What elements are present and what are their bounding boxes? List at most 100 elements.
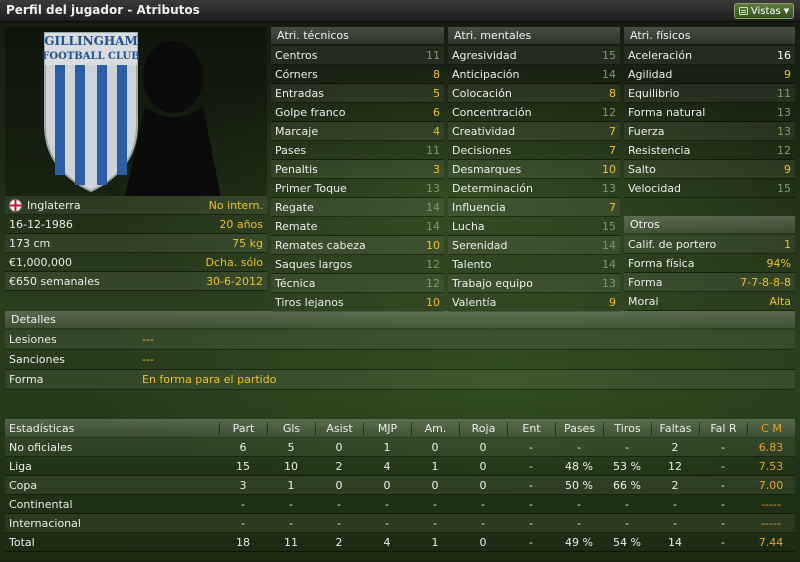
mental-row[interactable]: Anticipación 14: [448, 65, 620, 84]
technical-attr-value: 11: [426, 48, 440, 62]
physical-row[interactable]: Resistencia 12: [624, 141, 795, 160]
stats-cell: 66 %: [613, 478, 641, 492]
technical-row[interactable]: Centros 11: [271, 46, 444, 65]
technical-row[interactable]: Técnica 12: [271, 274, 444, 293]
stats-col-header[interactable]: Roja: [459, 421, 507, 435]
technical-row[interactable]: Tiros lejanos 10: [271, 293, 444, 312]
technical-row[interactable]: Pases 11: [271, 141, 444, 160]
stats-cell: 3: [239, 478, 247, 492]
detail-value-forma: En forma para el partido: [142, 373, 277, 386]
physical-row[interactable]: Agilidad 9: [624, 65, 795, 84]
mental-attr-value: 15: [602, 48, 616, 62]
stats-cell: -: [529, 535, 533, 549]
stats-cell: 0: [335, 478, 343, 492]
stats-cell: 0: [335, 440, 343, 454]
physical-row[interactable]: Forma natural 13: [624, 103, 795, 122]
mental-attr-name: Colocación: [452, 86, 512, 100]
technical-attr-name: Pases: [275, 143, 307, 157]
stats-cell: 1: [431, 535, 439, 549]
technical-row[interactable]: Golpe franco 6: [271, 103, 444, 122]
stats-cell: -: [385, 516, 389, 530]
mental-row[interactable]: Concentración 12: [448, 103, 620, 122]
mental-attr-value: 15: [602, 219, 616, 233]
otros-attr-value: Alta: [769, 294, 791, 308]
physical-row[interactable]: Equilibrio 11: [624, 84, 795, 103]
technical-attr-value: 13: [426, 181, 440, 195]
mental-row[interactable]: Lucha 15: [448, 217, 620, 236]
mental-attr-value: 7: [609, 143, 616, 157]
technical-row[interactable]: Entradas 5: [271, 84, 444, 103]
stats-row: Liga 15 10 2 4 1 0-48 % 53 % 12-7.53: [5, 457, 795, 476]
preferred-foot: Dcha. sólo: [205, 255, 263, 269]
title-bar: Perfil del jugador - Atributos Vistas ▼: [0, 0, 800, 22]
physical-row[interactable]: Fuerza 13: [624, 122, 795, 141]
technical-row[interactable]: Marcaje 4: [271, 122, 444, 141]
otros-row[interactable]: Calif. de portero 1: [624, 235, 795, 254]
stats-cell: 4: [383, 535, 391, 549]
stats-col-header[interactable]: Gls: [267, 421, 315, 435]
stats-row: No oficiales 6 5 0 1 0 0 - - - 2 - 6.83: [5, 438, 795, 457]
otros-row[interactable]: Forma 7-7-8-8-8: [624, 273, 795, 292]
physical-attr-value: 11: [777, 86, 791, 100]
stats-col-header[interactable]: Pases: [555, 421, 603, 435]
stats-col-header[interactable]: MJP: [363, 421, 411, 435]
technical-attr-name: Regate: [275, 200, 314, 214]
stats-col-header[interactable]: Estadísticas: [5, 422, 219, 435]
stats-col-header[interactable]: Am.: [411, 421, 459, 435]
otros-attr-value: 7-7-8-8-8: [740, 275, 791, 289]
physical-row[interactable]: Salto 9: [624, 160, 795, 179]
physical-row[interactable]: Aceleración 16: [624, 46, 795, 65]
mental-row[interactable]: Agresividad 15: [448, 46, 620, 65]
stats-cell: 50 %: [565, 478, 593, 492]
technical-row[interactable]: Remates cabeza 10: [271, 236, 444, 255]
otros-attr-name: Forma física: [628, 256, 695, 270]
vistas-button[interactable]: Vistas ▼: [734, 3, 794, 19]
market-value: €1,000,000: [9, 255, 72, 269]
otros-row[interactable]: Moral Alta: [624, 292, 795, 311]
physical-attr-name: Velocidad: [628, 181, 682, 195]
mental-row[interactable]: Serenidad 14: [448, 236, 620, 255]
otros-attr-name: Moral: [628, 294, 659, 308]
stats-cell: -: [721, 478, 725, 492]
technical-attr-name: Entradas: [275, 86, 324, 100]
stats-cell: -: [529, 497, 533, 511]
mental-attr-value: 10: [602, 162, 616, 176]
stats-cell: -: [721, 497, 725, 511]
stats-col-header[interactable]: Ent: [507, 421, 555, 435]
mental-row[interactable]: Creatividad 7: [448, 122, 620, 141]
technical-row[interactable]: Córners 8: [271, 65, 444, 84]
mental-row[interactable]: Talento 14: [448, 255, 620, 274]
mental-row[interactable]: Influencia 7: [448, 198, 620, 217]
stats-cell: 18: [236, 535, 250, 549]
mental-attr-name: Desmarques: [452, 162, 522, 176]
mental-row[interactable]: Decisiones 7: [448, 141, 620, 160]
mental-row[interactable]: Determinación 13: [448, 179, 620, 198]
england-flag-icon: [9, 198, 22, 212]
stats-cell: -: [241, 497, 245, 511]
stats-col-header[interactable]: Fal R: [699, 421, 747, 435]
technical-row[interactable]: Primer Toque 13: [271, 179, 444, 198]
info-row-wage: €650 semanales 30-6-2012: [5, 272, 267, 291]
otros-row[interactable]: Forma física 94%: [624, 254, 795, 273]
stats-col-header[interactable]: Faltas: [651, 421, 699, 435]
technical-row[interactable]: Regate 14: [271, 198, 444, 217]
stats-cell: 1: [431, 459, 439, 473]
mental-row[interactable]: Trabajo equipo 13: [448, 274, 620, 293]
technical-row[interactable]: Remate 14: [271, 217, 444, 236]
mental-row[interactable]: Colocación 8: [448, 84, 620, 103]
physical-row[interactable]: Velocidad 15: [624, 179, 795, 198]
physical-attr-name: Fuerza: [628, 124, 665, 138]
stats-row-label: Copa: [9, 478, 38, 492]
technical-row[interactable]: Saques largos 12: [271, 255, 444, 274]
stats-col-header[interactable]: C M: [747, 421, 795, 435]
mental-row[interactable]: Desmarques 10: [448, 160, 620, 179]
stats-col-header[interactable]: Tiros: [603, 421, 651, 435]
mental-row[interactable]: Valentía 9: [448, 293, 620, 312]
stats-cell: -: [289, 516, 293, 530]
stats-col-header[interactable]: Part: [219, 421, 267, 435]
stats-cell: 7.53: [758, 459, 784, 473]
technical-attr-value: 5: [433, 86, 440, 100]
otros-attr-name: Calif. de portero: [628, 237, 717, 251]
stats-col-header[interactable]: Asist: [315, 421, 363, 435]
technical-row[interactable]: Penaltis 3: [271, 160, 444, 179]
